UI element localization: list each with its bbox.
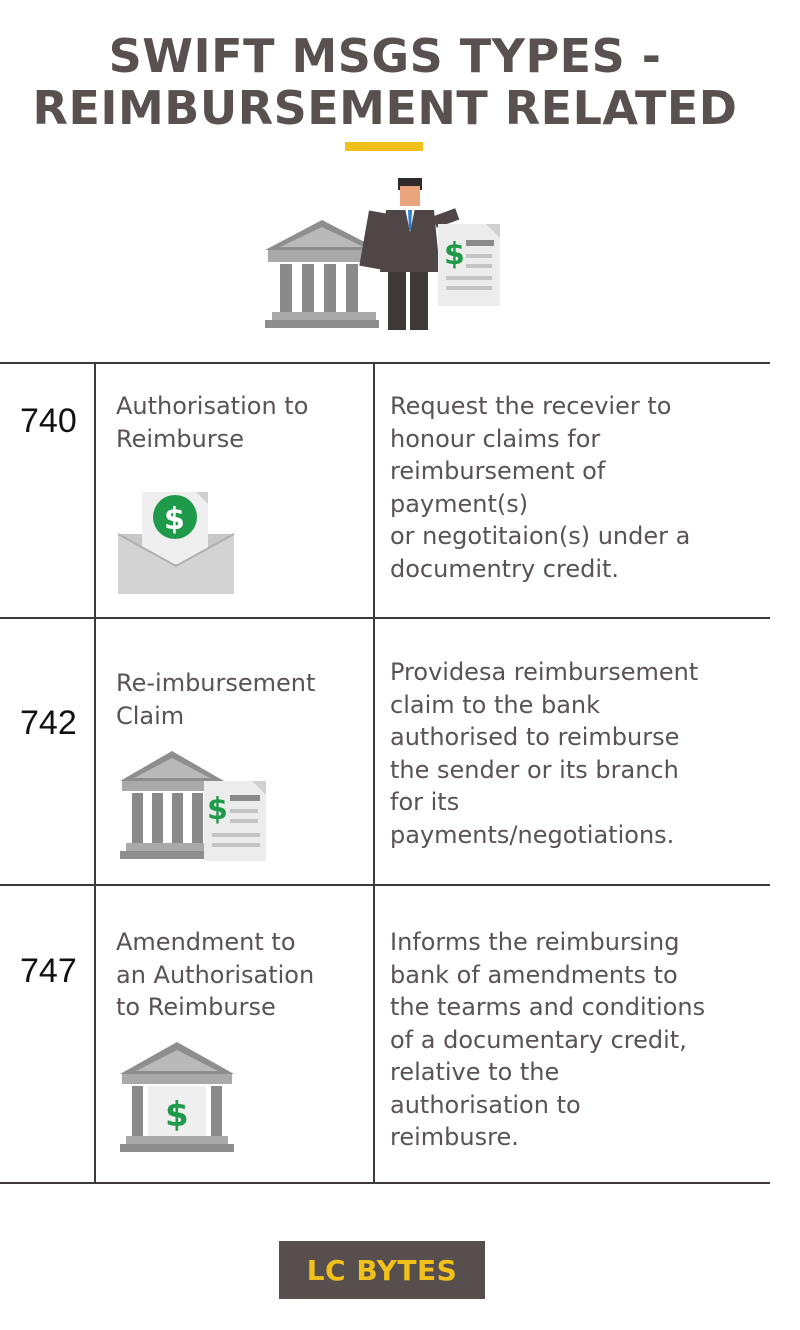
description-line: payments/negotiations. [390,820,675,849]
svg-text:$: $ [165,1095,189,1135]
description-line: the sender or its branch [390,755,679,784]
message-name-line: Reimburse [116,424,244,453]
description-line: authorised to reimburse [390,723,680,751]
bank-dollar-icon: $ [120,1042,234,1152]
column-divider [373,362,375,1184]
message-description: Request the recevier to honour claims fo… [390,390,760,585]
svg-text:$: $ [444,237,465,272]
description-line: reimbusre. [390,1123,519,1151]
description-line: Providesa reimbursement [390,658,699,686]
description-line: honour claims for [390,424,601,453]
message-name-line: Claim [116,701,185,730]
message-name-line: to Reimburse [116,993,276,1021]
description-line: reimbursement of [390,457,606,485]
row-divider [0,617,770,619]
table-bottom-border [0,1182,770,1184]
message-code: 740 [20,402,77,440]
title-line-1: SWIFT MSGS TYPES - [108,29,662,83]
description-line: payment(s) [390,489,529,518]
svg-text:$: $ [164,502,185,537]
message-code: 747 [20,952,77,990]
description-line: bank of amendments to [390,960,678,989]
description-line: relative to the [390,1058,560,1086]
row-divider [0,884,770,886]
message-name-line: an Authorisation [116,960,315,989]
column-divider [94,362,96,1184]
bank-businessman-illustration-icon: $ [265,178,500,330]
title-line-2: REIMBURSEMENT RELATED [32,81,738,135]
message-name: Re-imbursement Claim [116,667,366,732]
description-line: or negotitaion(s) under a [390,522,691,550]
message-name: Authorisation to Reimburse [116,390,366,455]
message-code: 742 [20,704,77,742]
brand-badge: LC BYTES [279,1241,485,1299]
table-top-border [0,362,770,364]
description-line: Informs the reimbursing [390,928,680,956]
description-line: Request the recevier to [390,392,672,420]
description-line: the tearms and conditions [390,993,706,1021]
description-line: for its [390,788,460,816]
description-line: documentry credit. [390,554,620,583]
description-line: of a documentary credit, [390,1025,687,1054]
message-name-line: Re-imbursement [116,669,316,697]
brand-badge-label: LC BYTES [306,1253,458,1287]
bank-invoice-icon: $ [120,751,266,861]
message-description: Providesa reimbursement claim to the ban… [390,656,760,851]
page-title: SWIFT MSGS TYPES - REIMBURSEMENT RELATED [0,30,770,134]
message-description: Informs the reimbursing bank of amendmen… [390,926,760,1154]
title-underline [345,142,423,151]
svg-text:$: $ [207,792,228,827]
message-name: Amendment to an Authorisation to Reimbur… [116,926,366,1024]
description-line: claim to the bank [390,690,601,719]
envelope-dollar-icon: $ [118,492,235,594]
message-name-line: Authorisation to [116,392,309,420]
message-name-line: Amendment to [116,928,296,956]
description-line: authorisation to [390,1090,581,1119]
